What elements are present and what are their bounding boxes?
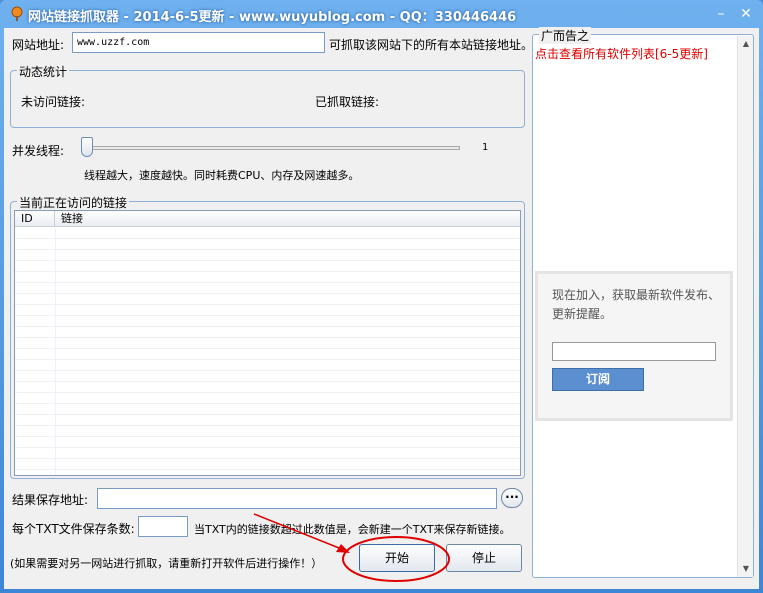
scroll-up-icon[interactable]: ▲: [738, 36, 754, 52]
subscribe-button[interactable]: 订阅: [552, 368, 644, 391]
url-hint: 可抓取该网站下的所有本站链接地址。: [329, 38, 534, 52]
subscribe-text: 现在加入，获取最新软件发布、更新提醒。: [552, 288, 721, 321]
per-file-hint: 当TXT内的链接数超过此数值是，会新建一个TXT来保存新链接。: [194, 523, 511, 536]
window-title: 网站链接抓取器 - 2014-6-5更新 - www.wuyublog.com …: [28, 10, 517, 25]
url-input[interactable]: www.uzzf.com: [72, 32, 325, 53]
listview-rows: [15, 228, 520, 475]
subscribe-box: 现在加入，获取最新软件发布、更新提醒。 订阅: [535, 271, 733, 421]
save-path-label: 结果保存地址:: [12, 493, 89, 507]
browse-button[interactable]: ···: [501, 488, 523, 508]
client-area: 网站地址: www.uzzf.com 可抓取该网站下的所有本站链接地址。 动态统…: [4, 27, 759, 589]
links-listview[interactable]: ID 链接: [14, 210, 521, 476]
annotation-arrowhead: [336, 544, 350, 553]
ad-title: 广而告之: [539, 27, 592, 44]
ad-software-list-link[interactable]: 点击查看所有软件列表[6-5更新]: [535, 45, 708, 62]
app-window: 网站链接抓取器 - 2014-6-5更新 - www.wuyublog.com …: [0, 0, 763, 593]
unvisited-label: 未访问链接:: [21, 95, 86, 109]
ad-group: 广而告之 点击查看所有软件列表[6-5更新] 现在加入，获取最新软件发布、更新提…: [532, 27, 754, 578]
minimize-button[interactable]: –: [710, 4, 732, 24]
threads-hint: 线程越大，速度越快。同时耗费CPU、内存及网速越多。: [84, 169, 360, 182]
column-divider: [55, 228, 56, 475]
stats-group: 动态统计 未访问链接: 已抓取链接:: [10, 63, 525, 128]
close-button[interactable]: ✕: [735, 4, 757, 24]
stats-title: 动态统计: [17, 63, 70, 80]
start-button[interactable]: 开始: [359, 544, 435, 572]
app-icon: [11, 6, 23, 21]
column-id[interactable]: ID: [15, 211, 55, 227]
ad-scrollbar[interactable]: ▲ ▼: [737, 36, 753, 577]
threads-slider-track[interactable]: [84, 146, 460, 150]
column-link[interactable]: 链接: [55, 211, 520, 227]
per-file-label: 每个TXT文件保存条数:: [12, 522, 135, 536]
threads-label: 并发线程:: [12, 144, 65, 158]
save-path-input[interactable]: [97, 488, 497, 509]
per-file-input[interactable]: [138, 516, 188, 537]
subscribe-input[interactable]: [552, 342, 716, 361]
title-bar[interactable]: 网站链接抓取器 - 2014-6-5更新 - www.wuyublog.com …: [0, 0, 763, 28]
stop-button[interactable]: 停止: [446, 544, 522, 572]
scroll-down-icon[interactable]: ▼: [738, 561, 754, 577]
current-links-title: 当前正在访问的链接: [17, 194, 130, 211]
threads-value: 1: [482, 142, 489, 153]
threads-slider-thumb[interactable]: [81, 137, 93, 157]
current-links-group: 当前正在访问的链接 ID 链接: [10, 194, 525, 479]
fetched-label: 已抓取链接:: [315, 95, 380, 109]
footer-note: (如果需要对另一网站进行抓取，请重新打开软件后进行操作！）: [10, 557, 323, 570]
url-label: 网站地址:: [12, 38, 65, 52]
listview-header: ID 链接: [15, 211, 520, 227]
